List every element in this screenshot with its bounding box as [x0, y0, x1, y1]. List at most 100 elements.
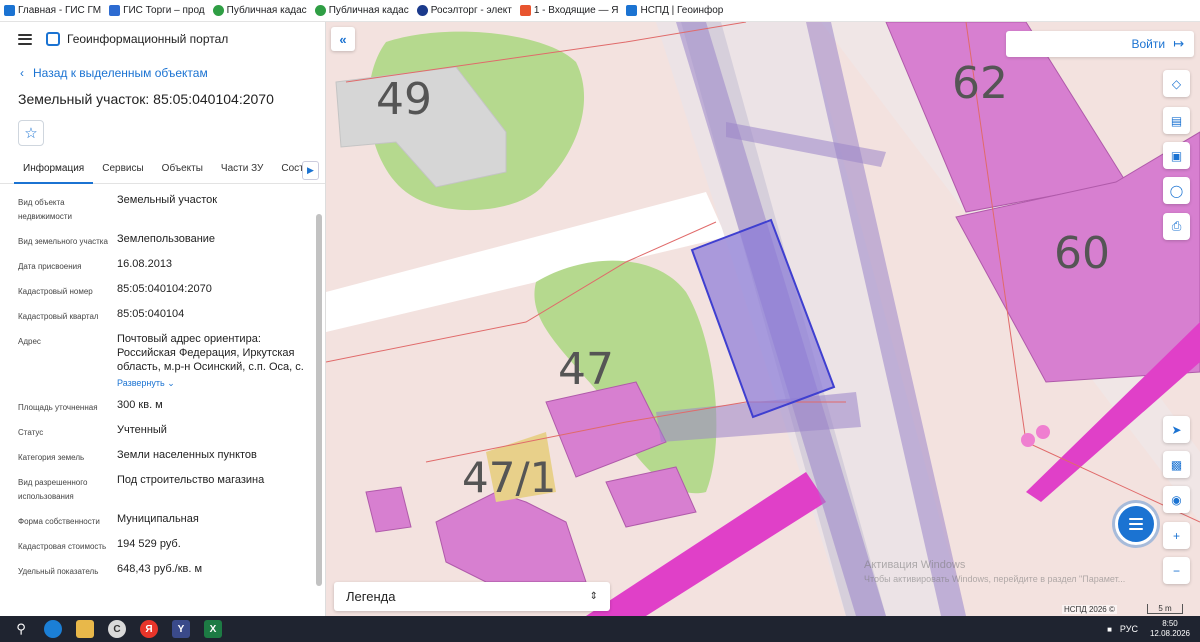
excel-icon[interactable]: X	[204, 620, 222, 638]
building-number: 49	[376, 74, 432, 125]
bookmark-icon	[626, 5, 638, 16]
property-value: 85:05:040104	[117, 308, 185, 320]
property-value: Земли населенных пунктов	[117, 449, 257, 461]
edge-icon[interactable]	[44, 620, 62, 638]
building-number: 60	[1054, 228, 1110, 279]
bookmark-icon	[212, 5, 224, 16]
bookmark-icon	[416, 5, 428, 16]
property-value: 194 529 руб.	[117, 538, 181, 550]
property-value: Муниципальная	[117, 513, 199, 525]
expand-address-link[interactable]: Развернуть ⌄	[117, 376, 307, 390]
property-value: 16.08.2013	[117, 258, 173, 270]
scale-bar: 5 m	[1147, 604, 1183, 614]
location-button[interactable]: ◉	[1163, 486, 1190, 513]
map-canvas: 49 62 60 47 47/1	[326, 22, 1200, 616]
yandex-browser-icon[interactable]: Я	[140, 620, 158, 638]
basemap-button[interactable]: ▩	[1163, 451, 1190, 478]
property-label: Адрес	[18, 337, 41, 346]
property-label: Форма собственности	[18, 517, 100, 526]
property-value: 85:05:040104:2070	[117, 283, 212, 295]
tab-services[interactable]: Сервисы	[93, 158, 152, 184]
folder-icon[interactable]	[76, 620, 94, 638]
tabs-bar: Информация Сервисы Объекты Части ЗУ Сост…	[0, 158, 325, 184]
bookmark-item[interactable]: 1 - Входящие — Я	[519, 5, 618, 16]
property-row: Адрес Почтовый адрес ориентира: Российска…	[18, 332, 325, 390]
tab-objects[interactable]: Объекты	[153, 158, 212, 184]
page-title: Земельный участок: 85:05:040104:2070	[18, 91, 274, 107]
layers-icon: ◇	[1171, 76, 1182, 91]
properties-list: Вид объекта недвижимости Земельный участо…	[0, 184, 325, 616]
chevron-left-icon: ‹	[20, 66, 24, 80]
map-copyright: НСПД 2026 ©	[1062, 605, 1117, 614]
property-label: Вид объекта недвижимости	[18, 198, 72, 221]
share-button[interactable]: ◯	[1163, 177, 1190, 204]
property-value: Под строительство магазина	[117, 474, 265, 486]
bookmark-item[interactable]: ГИС Торги – прод	[109, 5, 205, 16]
property-label: Площадь уточненная	[18, 403, 98, 412]
mail-icon	[519, 5, 531, 16]
tab-information[interactable]: Информация	[14, 158, 94, 184]
back-link[interactable]: ‹ Назад к выделенным объектам	[20, 66, 325, 80]
bookmark-icon	[109, 5, 121, 16]
property-label: Кадастровая стоимость	[18, 542, 107, 551]
tab-parts[interactable]: Части ЗУ	[212, 158, 272, 184]
property-label: Вид разрешенного использования	[18, 478, 88, 501]
minus-icon: −	[1172, 563, 1180, 578]
double-chevron-left-icon: «	[339, 31, 347, 47]
property-row: Кадастровый квартал 85:05:040104	[18, 307, 325, 324]
tabs-scroll-right-button[interactable]: ▶	[302, 161, 319, 180]
bookmark-item[interactable]: Росэлторг - элект	[416, 5, 512, 16]
property-row: Кадастровый номер 85:05:040104:2070	[18, 282, 325, 299]
portal-title: Геоинформационный портал	[67, 32, 229, 46]
chevron-down-icon: ⌄	[167, 378, 175, 388]
property-label: Удельный показатель	[18, 567, 99, 576]
bookmarks-bar: Главная - ГИС ГМ ГИС Торги – прод Публич…	[0, 0, 1200, 22]
map-view[interactable]: 49 62 60 47 47/1	[326, 22, 1200, 616]
network-icon[interactable]: ■	[1107, 625, 1112, 634]
property-row: Удельный показатель 648,43 руб./кв. м	[18, 562, 325, 579]
share-icon: ◯	[1169, 183, 1184, 198]
panel-scrollbar[interactable]	[316, 214, 322, 586]
star-icon: ☆	[24, 125, 38, 142]
layers-button[interactable]: ◇	[1163, 70, 1190, 97]
measure-button[interactable]: ▤	[1163, 107, 1190, 134]
language-indicator[interactable]: РУС	[1120, 624, 1138, 634]
address-value: Почтовый адрес ориентира: Российская Фед…	[117, 333, 304, 373]
collapse-panel-button[interactable]: «	[331, 27, 355, 51]
property-value: 300 кв. м	[117, 399, 163, 411]
plus-icon: +	[1172, 528, 1180, 543]
legend-dropdown[interactable]: Легенда ⇕	[334, 582, 610, 611]
property-row: Дата присвоения 16.08.2013	[18, 257, 325, 274]
windows-activation-watermark: Активация Windows Чтобы активировать Win…	[864, 559, 1126, 584]
legend-label: Легенда	[346, 589, 396, 604]
system-tray: ■ РУС 8:50 12.08.2026	[1107, 616, 1190, 642]
chrome-icon[interactable]: C	[108, 620, 126, 638]
menu-icon[interactable]	[18, 33, 32, 45]
property-value: Землепользование	[117, 233, 216, 245]
print-button[interactable]: ⎙	[1163, 213, 1190, 240]
ruler-icon: ▤	[1170, 113, 1183, 128]
select-area-button[interactable]: ▣	[1163, 142, 1190, 169]
bookmark-icon	[314, 5, 326, 16]
bookmark-item[interactable]: Публичная кадас	[212, 5, 307, 16]
yandex-icon[interactable]: Y	[172, 620, 190, 638]
zoom-in-button[interactable]: +	[1163, 522, 1190, 549]
chat-icon	[1129, 518, 1143, 530]
clock[interactable]: 8:50 12.08.2026	[1150, 619, 1190, 639]
property-label: Категория земель	[18, 453, 85, 462]
bookmark-item[interactable]: Публичная кадас	[314, 5, 409, 16]
geolocate-button[interactable]: ➤	[1163, 416, 1190, 443]
building-number: 47	[558, 344, 614, 395]
zoom-out-button[interactable]: −	[1163, 557, 1190, 584]
bookmark-item[interactable]: НСПД | Геоинфор	[626, 5, 723, 16]
chat-button[interactable]	[1115, 503, 1157, 545]
property-row: Категория земель Земли населенных пунктов	[18, 448, 325, 465]
favorite-button[interactable]: ☆	[18, 120, 44, 146]
bookmark-item[interactable]: Главная - ГИС ГМ	[4, 5, 101, 16]
back-link-label: Назад к выделенным объектам	[33, 66, 208, 80]
login-button[interactable]: Войти ↦	[1006, 31, 1194, 57]
building-number: 47/1	[462, 453, 556, 502]
select-icon: ▣	[1170, 148, 1183, 163]
panel-header: Геоинформационный портал	[0, 22, 325, 56]
search-icon[interactable]: ⚲	[12, 620, 30, 638]
